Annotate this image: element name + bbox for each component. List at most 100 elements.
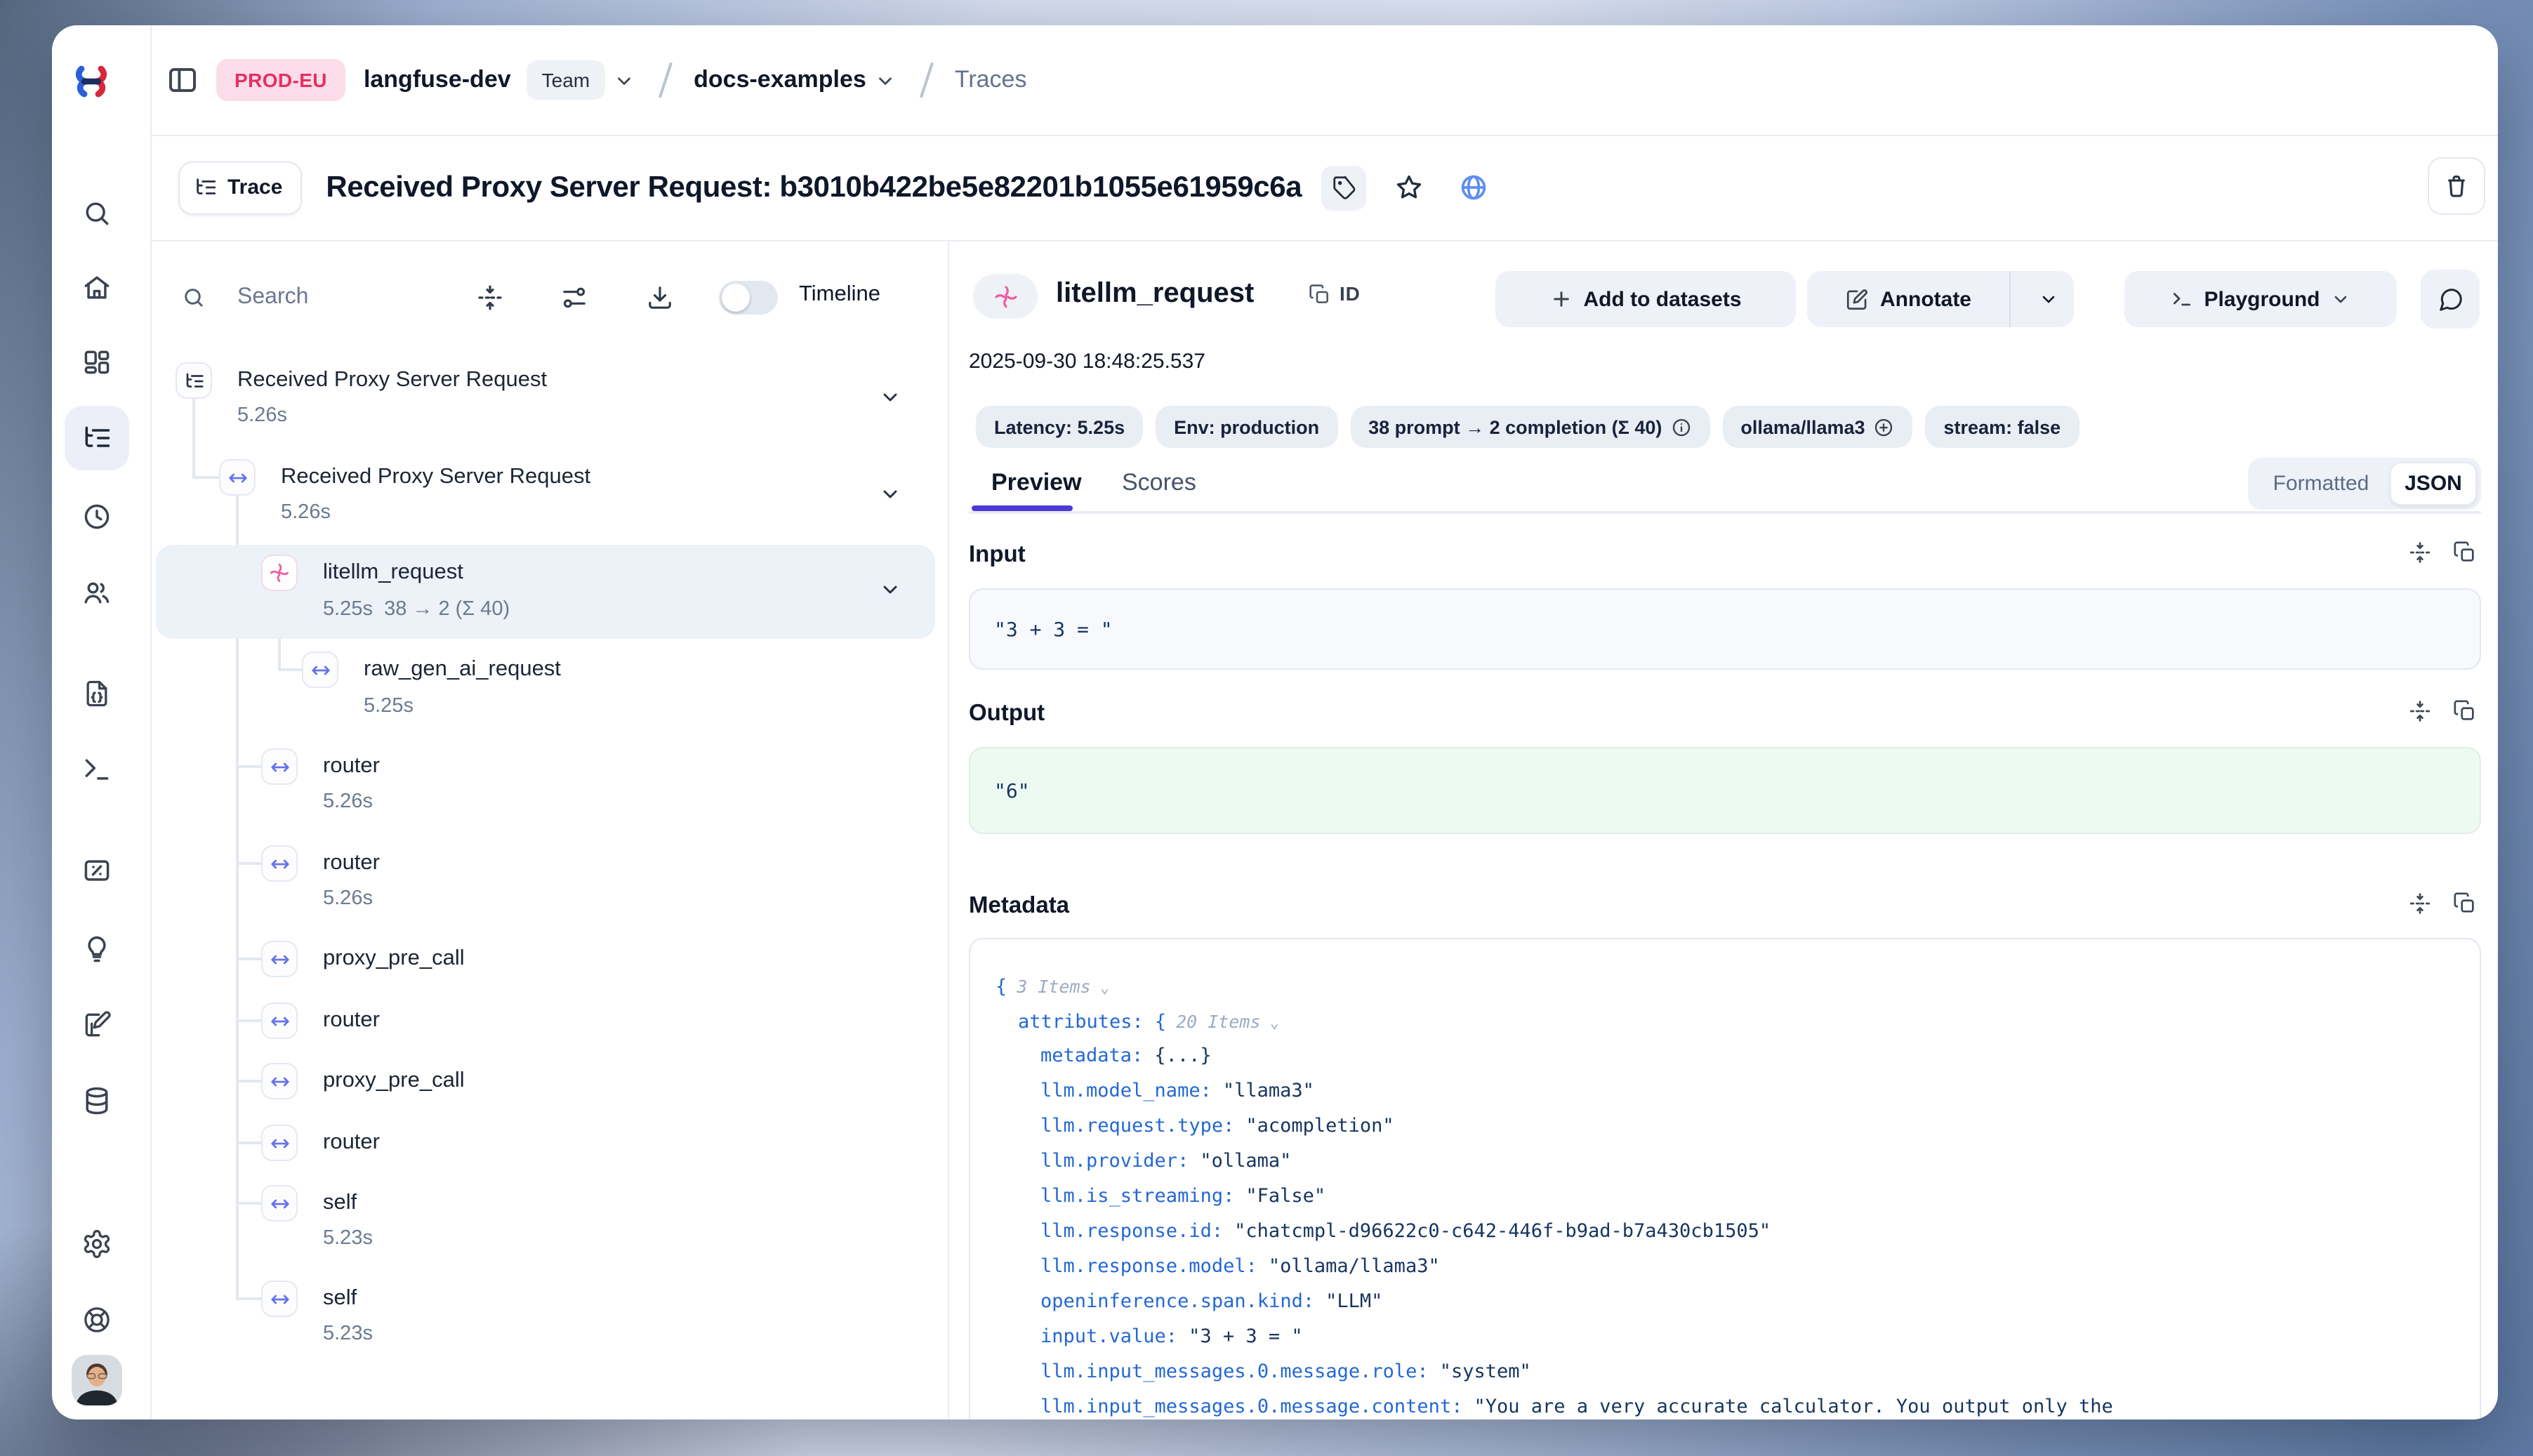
toggle-sidebar-icon[interactable] bbox=[166, 63, 199, 97]
sidebar bbox=[52, 25, 150, 1419]
tree-row-span[interactable]: Received Proxy Server Request 5.26s bbox=[150, 452, 939, 534]
span-arrows-icon bbox=[261, 1125, 298, 1161]
tag-icon[interactable] bbox=[1321, 165, 1366, 210]
info-icon[interactable] bbox=[1670, 416, 1691, 437]
timeline-label: Timeline bbox=[799, 282, 880, 307]
sidebar-playground-icon[interactable] bbox=[81, 754, 112, 785]
tree-row-label: router bbox=[323, 1127, 380, 1158]
formatted-option[interactable]: Formatted bbox=[2252, 472, 2390, 496]
span-arrows-icon bbox=[261, 941, 298, 977]
tree-row-raw-gen-ai[interactable]: raw_gen_ai_request 5.25s bbox=[150, 644, 939, 726]
download-icon[interactable] bbox=[646, 284, 674, 312]
observation-detail-panel: litellm_request ID Add to datasets Annot… bbox=[948, 240, 2498, 1419]
copy-section-icon[interactable] bbox=[2453, 699, 2477, 723]
star-icon[interactable] bbox=[1386, 165, 1431, 210]
tree-row-duration: 5.23s bbox=[323, 1320, 373, 1348]
fold-section-icon[interactable] bbox=[2408, 892, 2432, 915]
json-line[interactable]: {3 Items bbox=[996, 969, 1109, 1004]
project-chevron-down-icon[interactable] bbox=[875, 70, 896, 91]
tree-row-litellm-selected[interactable]: litellm_request 5.25s 38 → 2 (Σ 40) bbox=[156, 545, 935, 639]
chevron-down-icon[interactable] bbox=[879, 386, 901, 409]
tree-row-self[interactable]: self 5.23s bbox=[150, 1178, 939, 1259]
span-arrows-icon bbox=[261, 1002, 298, 1039]
tree-row-proxy-pre-call[interactable]: proxy_pre_call bbox=[150, 1056, 939, 1101]
tab-preview[interactable]: Preview bbox=[991, 465, 1082, 501]
generation-icon bbox=[973, 274, 1038, 319]
breadcrumb-project[interactable]: docs-examples bbox=[694, 66, 866, 94]
annotate-button[interactable]: Annotate bbox=[1807, 271, 2011, 327]
span-arrows-icon bbox=[219, 459, 256, 496]
tab-scores[interactable]: Scores bbox=[1122, 465, 1196, 501]
env-badge: Env: production bbox=[1156, 406, 1337, 448]
search-input[interactable] bbox=[237, 279, 448, 316]
input-section-heading: Input bbox=[969, 538, 1026, 571]
sidebar-users-icon[interactable] bbox=[81, 577, 112, 608]
chevron-down-icon[interactable] bbox=[879, 483, 901, 505]
add-to-datasets-button[interactable]: Add to datasets bbox=[1495, 271, 1796, 327]
comments-button[interactable] bbox=[2421, 270, 2480, 329]
span-arrows-icon bbox=[261, 1185, 298, 1222]
breadcrumb-current[interactable]: Traces bbox=[955, 66, 1027, 94]
copy-section-icon[interactable] bbox=[2453, 892, 2477, 915]
playground-button[interactable]: Playground bbox=[2124, 271, 2397, 327]
app-window: PROD-EU langfuse-dev Team docs-examples … bbox=[52, 25, 2498, 1419]
chevron-down-icon bbox=[2332, 289, 2351, 309]
org-name[interactable]: langfuse-dev bbox=[364, 66, 511, 94]
tree-row-self[interactable]: self 5.23s bbox=[150, 1273, 939, 1355]
sidebar-prompts-icon[interactable] bbox=[81, 678, 112, 709]
sidebar-insights-icon[interactable] bbox=[81, 934, 112, 965]
sidebar-tracing-icon[interactable] bbox=[81, 423, 112, 454]
span-arrows-icon bbox=[261, 1280, 298, 1317]
output-content-box: "6" bbox=[969, 747, 2481, 834]
copy-section-icon[interactable] bbox=[2453, 541, 2477, 564]
plus-circle-icon[interactable] bbox=[1874, 416, 1895, 437]
token-usage-badge: 38 prompt → 2 completion (Σ 40) bbox=[1350, 406, 1709, 448]
json-option[interactable]: JSON bbox=[2390, 462, 2477, 505]
input-content-box: "3 + 3 = " bbox=[969, 588, 2481, 670]
fold-section-icon[interactable] bbox=[2408, 541, 2432, 564]
sidebar-home-icon[interactable] bbox=[81, 272, 112, 303]
sidebar-datasets-icon[interactable] bbox=[81, 1085, 112, 1116]
trace-type-chip: Trace bbox=[178, 161, 302, 214]
user-avatar[interactable] bbox=[72, 1355, 122, 1405]
collapse-all-icon[interactable] bbox=[476, 284, 504, 312]
tree-row-duration: 5.26s bbox=[323, 788, 373, 816]
stream-badge: stream: false bbox=[1926, 406, 2079, 448]
trace-tree-icon bbox=[176, 362, 212, 399]
globe-icon[interactable] bbox=[1450, 165, 1495, 210]
org-chevron-down-icon[interactable] bbox=[614, 70, 635, 91]
json-line[interactable]: metadata:{...} bbox=[1040, 1039, 1212, 1074]
json-line: llm.input_messages.0.message.role:"syste… bbox=[1040, 1355, 1531, 1390]
copy-id-icon[interactable] bbox=[1309, 284, 1331, 306]
tree-row-trace-root[interactable]: Received Proxy Server Request 5.26s bbox=[150, 355, 939, 437]
annotate-button-group: Annotate bbox=[1807, 271, 2074, 327]
tree-row-duration: 5.26s bbox=[237, 402, 287, 430]
annotate-dropdown-chevron[interactable] bbox=[2022, 271, 2074, 327]
tree-row-router[interactable]: router bbox=[150, 995, 939, 1040]
tree-row-router[interactable]: router 5.26s bbox=[150, 838, 939, 920]
plus-icon bbox=[1549, 288, 1572, 310]
tree-row-label: proxy_pre_call bbox=[323, 1066, 465, 1097]
fold-section-icon[interactable] bbox=[2408, 699, 2432, 723]
delete-trace-button[interactable] bbox=[2428, 157, 2485, 215]
trace-tree-icon bbox=[194, 176, 218, 199]
sidebar-search-icon[interactable] bbox=[81, 198, 112, 229]
view-settings-icon[interactable] bbox=[560, 284, 588, 312]
sidebar-support-icon[interactable] bbox=[81, 1304, 112, 1335]
tree-row-label: Received Proxy Server Request bbox=[237, 365, 547, 396]
sidebar-evaluation-icon[interactable] bbox=[81, 855, 112, 886]
tree-row-router[interactable]: router 5.26s bbox=[150, 741, 939, 823]
tabs-divider bbox=[969, 511, 2481, 513]
tree-row-label: self bbox=[323, 1283, 357, 1314]
json-line[interactable]: attributes:{20 Items bbox=[1018, 1004, 1279, 1039]
tree-row-router[interactable]: router bbox=[150, 1118, 939, 1163]
id-label[interactable]: ID bbox=[1340, 282, 1361, 305]
sidebar-dashboard-icon[interactable] bbox=[81, 347, 112, 378]
sidebar-annotation-icon[interactable] bbox=[81, 1010, 112, 1040]
chevron-down-icon[interactable] bbox=[879, 578, 901, 601]
timeline-toggle[interactable] bbox=[719, 281, 778, 315]
sidebar-settings-icon[interactable] bbox=[81, 1229, 112, 1259]
tree-row-proxy-pre-call[interactable]: proxy_pre_call bbox=[150, 934, 939, 979]
sidebar-sessions-icon[interactable] bbox=[81, 501, 112, 532]
terminal-icon bbox=[2170, 288, 2193, 310]
